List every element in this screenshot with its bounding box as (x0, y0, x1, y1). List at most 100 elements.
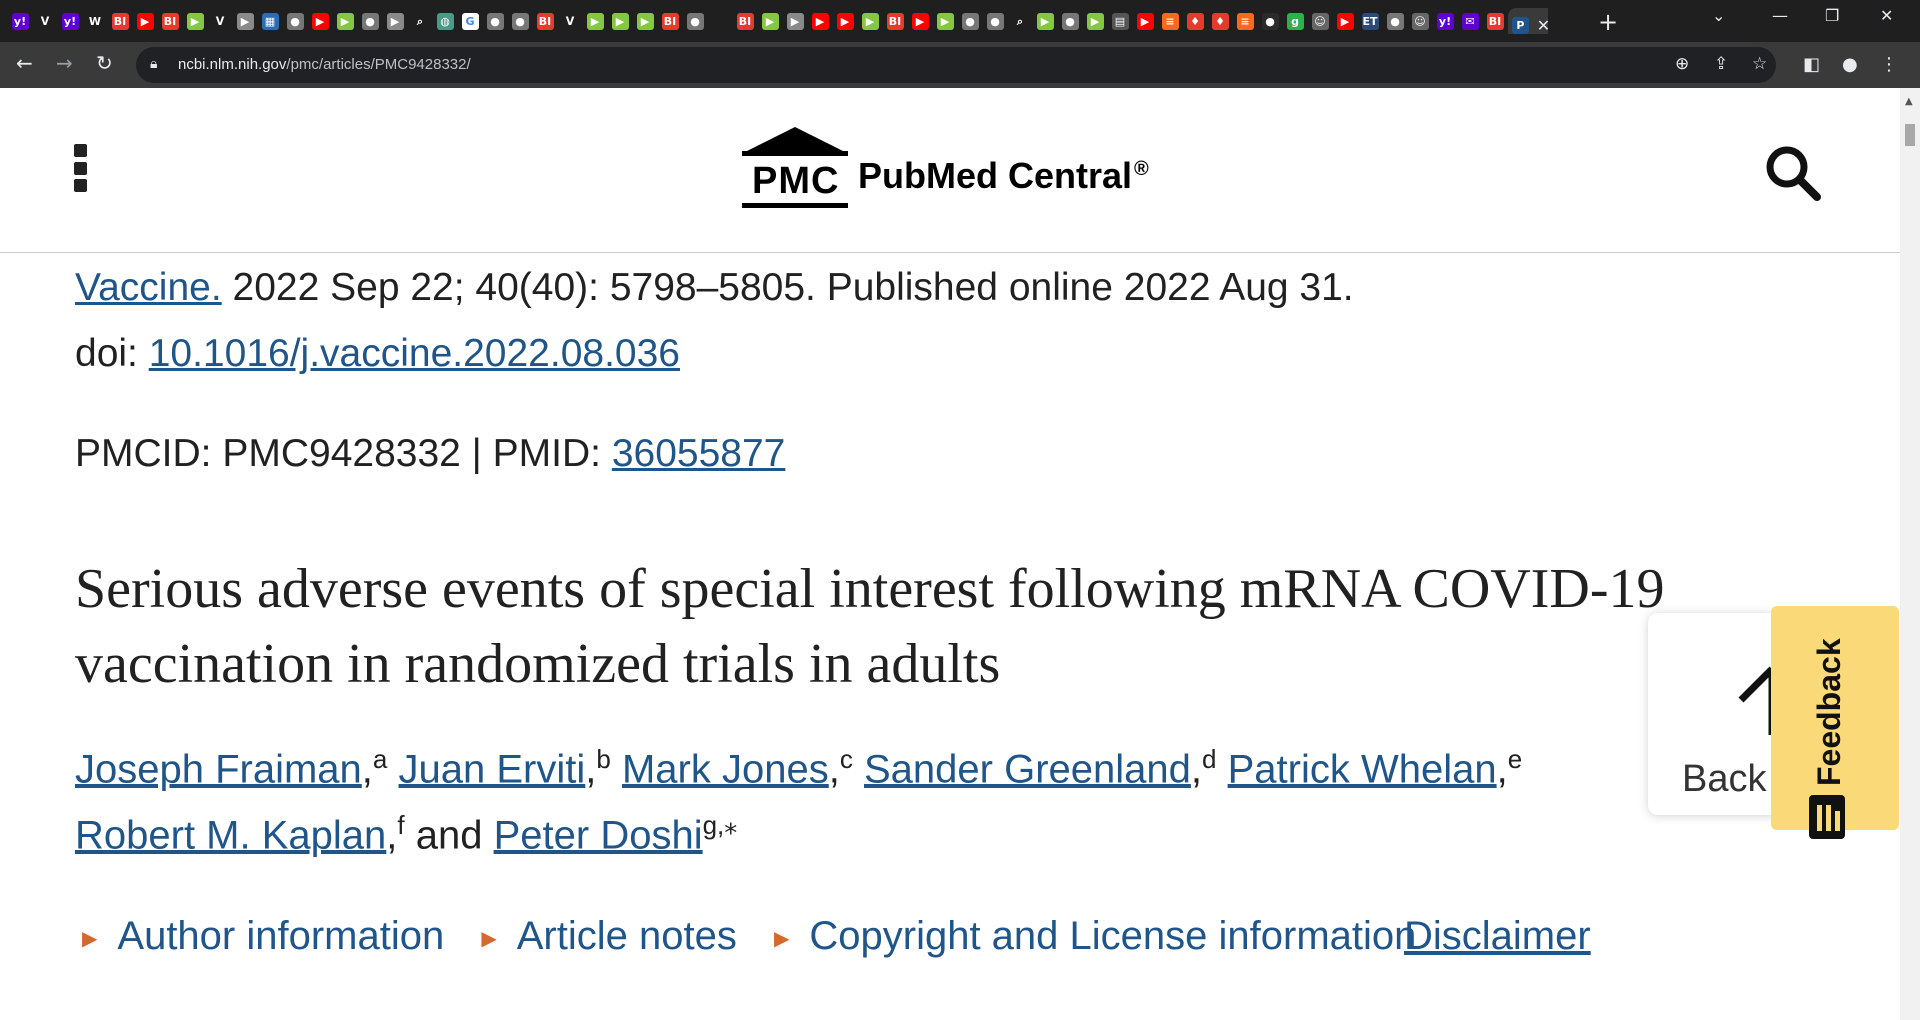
browser-tab[interactable]: y! (8, 8, 32, 34)
restore-button[interactable]: ❐ (1825, 6, 1839, 25)
browser-tab[interactable]: ▶ (333, 8, 357, 34)
browser-tab[interactable]: ᐯ (558, 8, 582, 34)
browser-tab[interactable]: ▶ (1083, 8, 1107, 34)
browser-tab[interactable]: ▶ (908, 8, 932, 34)
author-link[interactable]: Sander Greenland (864, 747, 1191, 791)
browser-tab[interactable]: ● (508, 8, 532, 34)
page-scrollbar[interactable]: ▲ (1900, 88, 1920, 1020)
author-link[interactable]: Joseph Fraiman (75, 747, 362, 791)
browser-tab[interactable]: ▶ (833, 8, 857, 34)
browser-tab[interactable]: ᐯ (33, 8, 57, 34)
browser-tab[interactable]: ▶ (1033, 8, 1057, 34)
lock-icon[interactable]: 🔒︎ (150, 56, 157, 72)
browser-tab[interactable]: ● (358, 8, 382, 34)
browser-tab[interactable]: ♦ (1183, 8, 1207, 34)
browser-tab[interactable]: ▶ (808, 8, 832, 34)
browser-tab[interactable]: ▶ (308, 8, 332, 34)
browser-tab[interactable]: ◍ (433, 8, 457, 34)
browser-tab[interactable]: ▶ (633, 8, 657, 34)
journal-link[interactable]: Vaccine. (75, 266, 222, 309)
search-icon[interactable] (1764, 144, 1822, 207)
side-panel-icon[interactable]: ◧ (1803, 54, 1820, 75)
browser-tab[interactable]: ▦ (258, 8, 282, 34)
browser-tab[interactable]: ≡ (1233, 8, 1257, 34)
browser-tab[interactable]: ▶ (1333, 8, 1357, 34)
browser-tab[interactable]: BI (158, 8, 182, 34)
browser-tab[interactable]: BI (1483, 8, 1507, 34)
browser-tab[interactable]: ▤ (1108, 8, 1132, 34)
url-text[interactable]: ncbi.nlm.nih.gov/pmc/articles/PMC9428332… (178, 56, 471, 73)
browser-tab[interactable]: ▶ (1133, 8, 1157, 34)
author-information-toggle[interactable]: Author information (117, 914, 444, 958)
browser-tab[interactable]: ● (283, 8, 307, 34)
browser-tab[interactable]: ● (1383, 8, 1407, 34)
close-tab-icon[interactable]: ✕ (1537, 16, 1548, 35)
browser-tab[interactable]: ♦ (1208, 8, 1232, 34)
browser-tab[interactable]: ✉ (1458, 8, 1482, 34)
browser-tab[interactable]: ▶ (933, 8, 957, 34)
browser-tab[interactable]: BI (658, 8, 682, 34)
scrollbar-thumb[interactable] (1905, 124, 1915, 146)
back-to-top-button[interactable]: Back (1648, 613, 1778, 815)
browser-tab[interactable]: ☺ (1408, 8, 1432, 34)
author-link[interactable]: Robert M. Kaplan (75, 813, 386, 857)
browser-tab[interactable]: ▶ (858, 8, 882, 34)
browser-tab[interactable] (708, 8, 732, 34)
browser-tab[interactable]: y! (1433, 8, 1457, 34)
browser-tab[interactable]: ⌕ (408, 8, 432, 34)
browser-tab[interactable]: BI (883, 8, 907, 34)
browser-tab[interactable]: ▶ (233, 8, 257, 34)
pmid-link[interactable]: 36055877 (612, 432, 786, 475)
profile-icon[interactable]: ● (1842, 54, 1858, 75)
reload-icon[interactable]: ↻ (96, 51, 113, 75)
disclaimer-link[interactable]: Disclaimer (1404, 914, 1591, 959)
author-link[interactable]: Mark Jones (622, 747, 829, 791)
browser-tab[interactable]: ▶ (583, 8, 607, 34)
zoom-icon[interactable]: ⊕ (1675, 54, 1689, 74)
menu-icon[interactable] (74, 144, 88, 192)
browser-tab[interactable]: ≡ (1158, 8, 1182, 34)
browser-tab[interactable]: W (83, 8, 107, 34)
browser-tab[interactable]: ⌕ (1008, 8, 1032, 34)
address-bar[interactable]: 🔒︎ ncbi.nlm.nih.gov/pmc/articles/PMC9428… (136, 47, 1776, 83)
copyright-toggle[interactable]: Copyright and License information (809, 914, 1416, 958)
browser-tab[interactable]: ▶ (183, 8, 207, 34)
browser-tab[interactable]: ● (1258, 8, 1282, 34)
close-window-button[interactable]: ✕ (1880, 6, 1893, 25)
browser-tab[interactable]: BI (108, 8, 132, 34)
author-link[interactable]: Peter Doshi (494, 813, 703, 857)
forward-arrow-icon[interactable]: → (56, 51, 73, 75)
active-tab[interactable]: P ✕ (1508, 8, 1548, 34)
browser-tab[interactable]: ● (683, 8, 707, 34)
feedback-button[interactable]: Feedback (1771, 606, 1899, 839)
scroll-up-icon[interactable]: ▲ (1905, 96, 1913, 107)
browser-tab[interactable]: BI (733, 8, 757, 34)
browser-tab[interactable]: ● (983, 8, 1007, 34)
browser-tab[interactable]: ▶ (758, 8, 782, 34)
browser-tab[interactable]: ▶ (608, 8, 632, 34)
browser-tab[interactable]: ☺ (1308, 8, 1332, 34)
more-menu-icon[interactable]: ⋮ (1880, 54, 1898, 75)
browser-tab[interactable]: ● (1058, 8, 1082, 34)
minimize-button[interactable]: — (1772, 6, 1788, 25)
browser-tab[interactable]: g (1283, 8, 1307, 34)
browser-tab[interactable]: ▶ (133, 8, 157, 34)
browser-tab[interactable]: ● (958, 8, 982, 34)
browser-tab[interactable]: ET (1358, 8, 1382, 34)
pmc-logo[interactable]: PMC PubMed Central ® (742, 125, 1149, 209)
browser-tab[interactable]: ▶ (783, 8, 807, 34)
share-icon[interactable]: ⇪ (1714, 54, 1728, 74)
new-tab-button[interactable]: + (1598, 8, 1618, 36)
author-link[interactable]: Juan Erviti (399, 747, 586, 791)
browser-tab[interactable]: y! (58, 8, 82, 34)
browser-tab[interactable]: BI (533, 8, 557, 34)
browser-tab[interactable]: ● (483, 8, 507, 34)
tab-search-chevron-icon[interactable]: ⌄ (1712, 6, 1725, 25)
author-link[interactable]: Patrick Whelan (1228, 747, 1497, 791)
browser-tab[interactable]: ᐯ (208, 8, 232, 34)
browser-tab[interactable]: G (458, 8, 482, 34)
doi-link[interactable]: 10.1016/j.vaccine.2022.08.036 (149, 332, 680, 375)
browser-tab[interactable]: ▶ (383, 8, 407, 34)
bookmark-star-icon[interactable]: ☆ (1752, 54, 1767, 74)
article-notes-toggle[interactable]: Article notes (517, 914, 737, 958)
